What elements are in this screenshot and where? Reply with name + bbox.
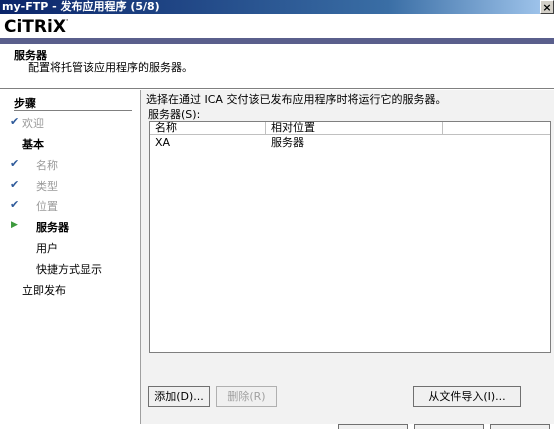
step-name[interactable]: 名称 — [36, 157, 58, 173]
main-panel: 选择在通过 ICA 交付该已发布应用程序时将运行它的服务器。 服务器(S): 名… — [141, 90, 554, 429]
step-group-basic: 基本 — [22, 138, 44, 151]
next-button[interactable] — [414, 424, 484, 429]
column-header-name[interactable]: 名称 — [150, 122, 266, 135]
server-location-cell: 服务器 — [271, 136, 304, 149]
servers-list[interactable]: 名称 相对位置 XA 服务器 — [149, 121, 551, 353]
check-icon: ✔ — [10, 178, 20, 191]
brand-area: CiTRiX· — [0, 14, 554, 38]
step-type[interactable]: 类型 — [36, 178, 58, 194]
column-header-location[interactable]: 相对位置 — [266, 122, 443, 135]
page-header: 服务器 配置将托管该应用程序的服务器。 — [0, 44, 554, 89]
step-servers[interactable]: 服务器 — [36, 219, 69, 235]
page-subtitle: 配置将托管该应用程序的服务器。 — [28, 61, 193, 74]
import-from-file-button[interactable]: 从文件导入(I)... — [413, 386, 521, 407]
step-shortcut-display[interactable]: 快捷方式显示 — [36, 261, 102, 277]
window-titlebar: my-FTP - 发布应用程序 (5/8) × — [0, 0, 554, 14]
remove-button[interactable]: 删除(R) — [216, 386, 277, 407]
check-icon: ✔ — [10, 198, 20, 211]
steps-sidebar: 步骤 ✔ 欢迎 基本 ✔ 名称 ✔ 类型 ✔ 位置 ▶ 服务器 用户 快捷方式显… — [0, 90, 140, 429]
step-welcome[interactable]: 欢迎 — [22, 115, 44, 131]
step-location[interactable]: 位置 — [36, 198, 58, 214]
check-icon: ✔ — [10, 115, 20, 128]
servers-list-label: 服务器(S): — [148, 108, 201, 121]
step-users[interactable]: 用户 — [36, 240, 58, 256]
window-title: my-FTP - 发布应用程序 (5/8) — [2, 0, 160, 13]
cancel-button[interactable] — [490, 424, 550, 429]
check-icon: ✔ — [10, 157, 20, 170]
add-button[interactable]: 添加(D)... — [148, 386, 210, 407]
close-button[interactable]: × — [540, 0, 554, 14]
step-publish-now[interactable]: 立即发布 — [22, 282, 66, 298]
citrix-logo: CiTRiX· — [4, 17, 69, 37]
list-header: 名称 相对位置 — [150, 122, 550, 135]
steps-heading: 步骤 — [14, 97, 36, 110]
back-button[interactable] — [338, 424, 408, 429]
close-icon: × — [542, 1, 552, 14]
current-step-arrow-icon: ▶ — [11, 220, 18, 230]
table-row[interactable]: XA 服务器 — [150, 136, 550, 149]
instruction-text: 选择在通过 ICA 交付该已发布应用程序时将运行它的服务器。 — [146, 93, 447, 106]
steps-divider — [14, 110, 132, 111]
server-name-cell: XA — [155, 136, 171, 149]
